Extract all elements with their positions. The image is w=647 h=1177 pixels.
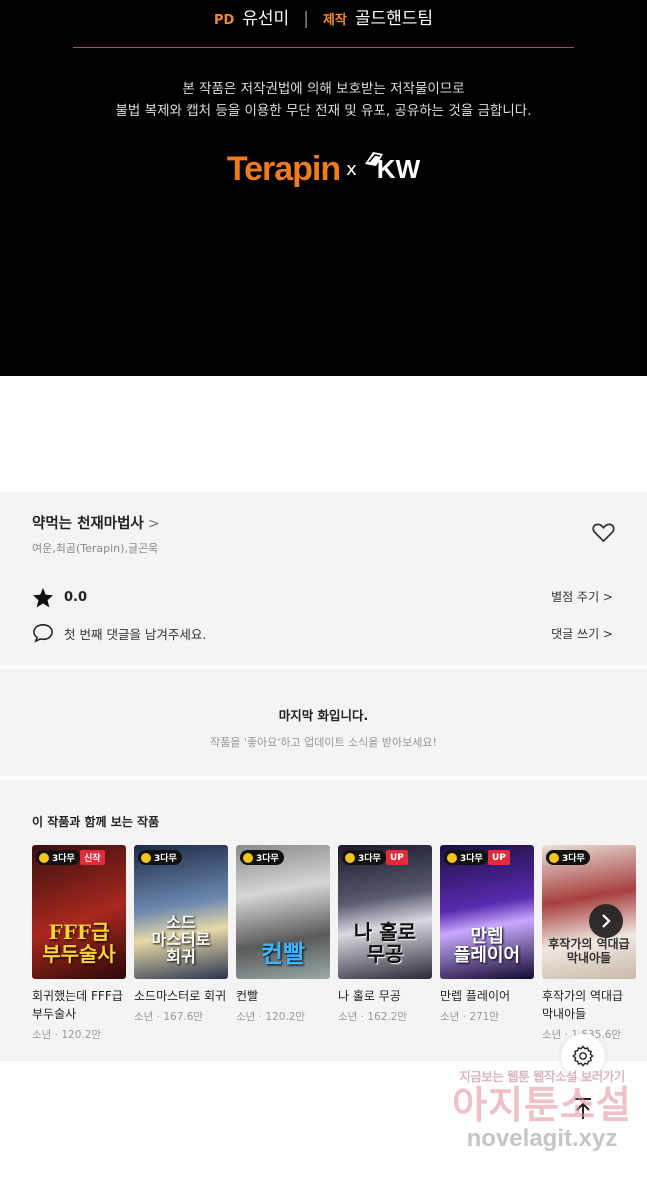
recommendations-heading: 이 작품과 함께 보는 작품 (32, 815, 160, 829)
last-episode-notice: 마지막 화입니다. 작품을 '좋아요'하고 업데이트 소식을 받아보세요! (0, 669, 647, 776)
pd-role-label: PD (213, 13, 235, 28)
carousel-next-button[interactable] (589, 904, 623, 938)
credit-separator: | (303, 9, 309, 29)
comment-prompt-row[interactable]: 첫 번째 댓글을 남겨주세요. (32, 623, 206, 643)
recommendation-card[interactable]: 3다무 후작가의 역대급 막내아들 후작가의 역대급 막내아들 소년 · 1,5… (542, 845, 636, 1042)
site-watermark: 지금보는 웹툰 웹작소설 보러가기 아지툰소설 novelagit.xyz (442, 1066, 642, 1153)
copyright-line-2: 불법 복제와 캡처 등을 이용한 무단 전재 및 유포, 공유하는 것을 금합니… (115, 103, 532, 119)
rating-value: 0.0 (64, 590, 88, 605)
recommendation-card[interactable]: 3다무 컨빨 컨빨 소년 · 120.2만 (236, 845, 330, 1024)
work-title-link[interactable]: 약먹는 천재마법사 > (32, 512, 160, 533)
copyright-notice: 본 작품은 저작권법에 의해 보호받는 저작물이므로 불법 복제와 캡처 등을 … (0, 78, 647, 122)
production-role-label: 제작 (322, 13, 347, 28)
card-meta: 소년 · 120.2만 (32, 1029, 102, 1041)
chevron-right-icon: > (147, 516, 160, 532)
cover-title-art: 나 홀로 무공 (353, 920, 417, 966)
card-title: 소드마스터로 회귀 (134, 989, 227, 1003)
arrow-up-icon (575, 1098, 591, 1119)
watermark-line-3: novelagit.xyz (466, 1125, 618, 1152)
clock-icon (549, 852, 559, 863)
badge-3day-free: 3다무 (240, 850, 284, 865)
star-icon (32, 587, 54, 608)
comment-prompt: 첫 번째 댓글을 남겨주세요. (64, 626, 207, 642)
badge-3day-free: 3다무 (444, 850, 488, 865)
card-title: 컨빨 (236, 989, 259, 1003)
kw-logo: KW (363, 152, 420, 185)
work-title: 약먹는 천재마법사 (32, 516, 144, 532)
credits-divider (73, 47, 574, 48)
badge-tag: UP (386, 850, 408, 865)
production-name: 골드핸드팀 (354, 9, 434, 29)
cover-thumbnail: 3다무 UP 만렙 플레이어 (440, 845, 534, 979)
cover-title-art: 컨빨 (260, 939, 306, 968)
terapin-logo: Terapin (226, 150, 341, 188)
card-title: 만렙 플레이어 (440, 989, 511, 1003)
logo-x: x (346, 159, 357, 180)
last-episode-title: 마지막 화입니다. (278, 708, 369, 723)
cover-title-art: 소드 마스터로 회귀 (151, 913, 211, 966)
card-title: 회귀했는데 FFF급 부두술사 (32, 989, 123, 1021)
watermark-line-1: 지금보는 웹툰 웹작소설 보러가기 (459, 1069, 625, 1084)
badge-3day-free: 3다무 (342, 850, 386, 865)
watermark-line-2: 아지툰소설 (452, 1083, 632, 1127)
badge-tag: 신작 (80, 850, 105, 865)
publisher-logos: Terapin x KW (0, 150, 647, 189)
card-title: 나 홀로 무공 (338, 989, 401, 1003)
recommendation-card[interactable]: 3다무 UP 만렙 플레이어 만렙 플레이어 소년 · 271만 (440, 845, 534, 1024)
work-authors: 여운,최곰(Terapin),글곤욱 (32, 542, 159, 555)
recommendation-card[interactable]: 3다무 소드 마스터로 회귀 소드마스터로 회귀 소년 · 167.6만 (134, 845, 228, 1024)
credits-panel: PD 유선미 | 제작 골드핸드팀 본 작품은 저작권법에 의해 보호받는 저작물이므로… (0, 0, 647, 376)
badge-3day-free: 3다무 (546, 850, 590, 865)
cover-thumbnail: 3다무 신작 FFF급 부두술사 (32, 845, 126, 979)
clock-icon (345, 852, 355, 863)
recommendations-section: 이 작품과 함께 보는 작품 3다무 신작 FFF급 부두술사 회귀했는데 FF… (0, 780, 647, 1061)
card-meta: 소년 · 167.6만 (134, 1011, 204, 1023)
card-meta: 소년 · 271만 (440, 1011, 500, 1023)
pd-name: 유선미 (242, 9, 290, 29)
badge-3day-free: 3다무 (138, 850, 182, 865)
rate-button[interactable]: 별점 주기 > (551, 588, 613, 605)
clock-icon (447, 852, 457, 863)
settings-button[interactable] (561, 1034, 605, 1078)
clock-icon (39, 852, 49, 863)
card-title: 후작가의 역대급 막내아들 (542, 989, 624, 1021)
copyright-line-1: 본 작품은 저작권법에 의해 보호받는 저작물이므로 (182, 81, 465, 97)
cover-thumbnail: 3다무 UP 나 홀로 무공 (338, 845, 432, 979)
cover-title-art: 만렙 플레이어 (453, 926, 521, 966)
cover-title-art: 후작가의 역대급 막내아들 (548, 937, 630, 965)
card-meta: 소년 · 162.2만 (338, 1011, 408, 1023)
gear-icon (572, 1045, 594, 1067)
clock-icon (141, 852, 151, 863)
badge-tag: UP (488, 850, 510, 865)
speech-bubble-icon (33, 624, 53, 643)
chevron-right-icon (602, 914, 611, 928)
kw-flag-icon (364, 152, 383, 166)
clock-icon (243, 852, 253, 863)
cover-title-art: FFF급 부두술사 (42, 920, 116, 966)
credit-line: PD 유선미 | 제작 골드핸드팀 (0, 4, 647, 29)
heart-icon[interactable] (592, 522, 615, 543)
rating-display: 0.0 (32, 587, 87, 608)
badge-3day-free: 3다무 (36, 850, 80, 865)
scroll-to-top-button[interactable] (568, 1094, 598, 1124)
write-comment-button[interactable]: 댓글 쓰기 > (551, 625, 613, 642)
card-meta: 소년 · 120.2만 (236, 1011, 306, 1023)
last-episode-subtitle: 작품을 '좋아요'하고 업데이트 소식을 받아보세요! (210, 736, 437, 749)
work-info-panel: 약먹는 천재마법사 > 여운,최곰(Terapin),글곤욱 0.0 별점 주기 … (0, 492, 647, 665)
recommendation-card[interactable]: 3다무 UP 나 홀로 무공 나 홀로 무공 소년 · 162.2만 (338, 845, 432, 1024)
cover-thumbnail: 3다무 후작가의 역대급 막내아들 (542, 845, 636, 979)
recommendation-card[interactable]: 3다무 신작 FFF급 부두술사 회귀했는데 FFF급 부두술사 소년 · 12… (32, 845, 126, 1042)
cover-thumbnail: 3다무 소드 마스터로 회귀 (134, 845, 228, 979)
cover-thumbnail: 3다무 컨빨 (236, 845, 330, 979)
